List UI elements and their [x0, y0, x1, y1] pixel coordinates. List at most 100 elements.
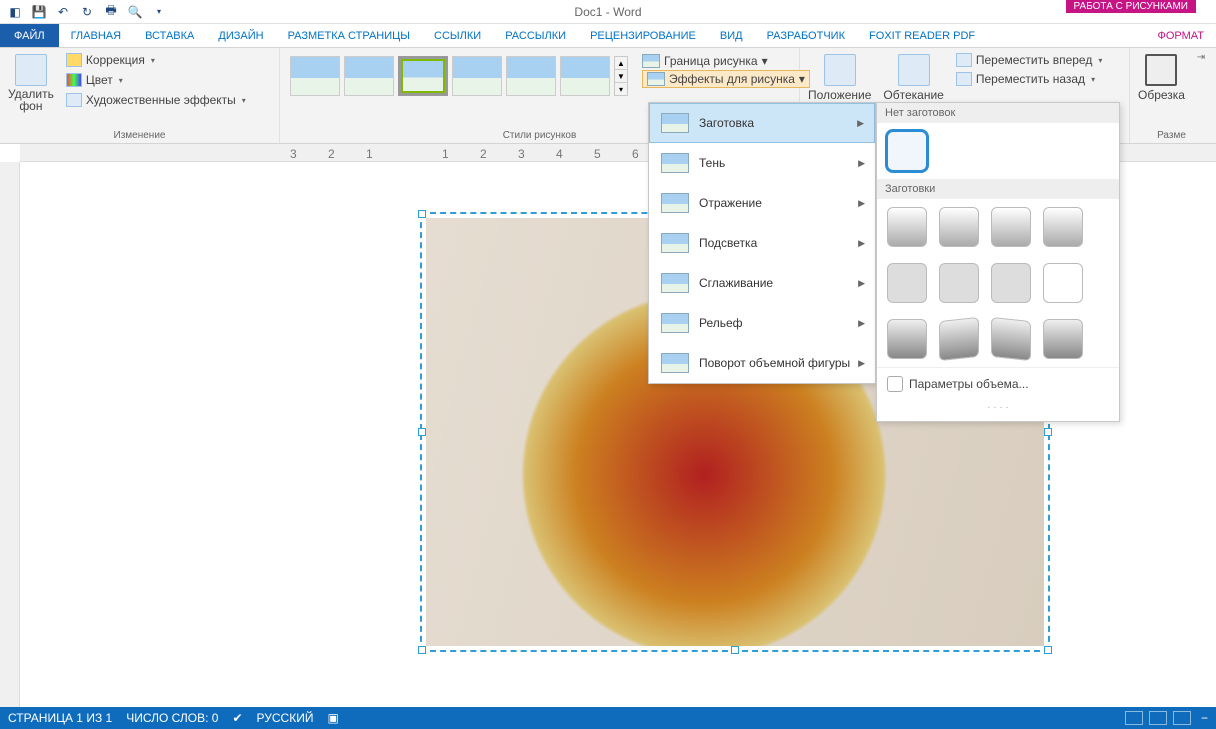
tab-foxit[interactable]: FOXIT READER PDF	[857, 24, 987, 47]
artistic-label: Художественные эффекты	[86, 93, 236, 107]
preset-none[interactable]	[887, 131, 927, 171]
ruler-tick: 3	[518, 147, 525, 161]
view-web-icon[interactable]	[1173, 711, 1191, 725]
preset-2[interactable]	[939, 207, 979, 247]
forward-icon	[956, 53, 972, 67]
word-icon[interactable]: ◧	[6, 3, 24, 21]
softedge-thumb-icon	[661, 273, 689, 293]
page-indicator[interactable]: СТРАНИЦА 1 ИЗ 1	[8, 711, 112, 725]
picture-style-3[interactable]	[398, 56, 448, 96]
tab-format[interactable]: ФОРМАТ	[1146, 24, 1216, 47]
save-icon[interactable]: 💾	[30, 3, 48, 21]
preset-5[interactable]	[887, 263, 927, 303]
fx-item-reflection[interactable]: Отражение▶	[649, 183, 875, 223]
gallery-down-icon[interactable]: ▼	[615, 70, 627, 83]
preset-4[interactable]	[1043, 207, 1083, 247]
resize-handle-br[interactable]	[1044, 646, 1052, 654]
size-arrow-icon[interactable]: ⇥	[1197, 52, 1205, 63]
tab-insert[interactable]: ВСТАВКА	[133, 24, 206, 47]
picture-effects-menu: Заготовка▶ Тень▶ Отражение▶ Подсветка▶ С…	[648, 102, 876, 384]
corrections-button[interactable]: Коррекция▾	[64, 52, 248, 68]
preset-options-link[interactable]: Параметры объема...	[877, 367, 1119, 400]
preset-9[interactable]	[887, 319, 927, 359]
preset-10[interactable]	[939, 317, 979, 361]
tab-references[interactable]: ССЫЛКИ	[422, 24, 493, 47]
resize-handle-l[interactable]	[418, 428, 426, 436]
picture-style-5[interactable]	[506, 56, 556, 96]
picture-style-6[interactable]	[560, 56, 610, 96]
resize-handle-bl[interactable]	[418, 646, 426, 654]
preset-12[interactable]	[1043, 319, 1083, 359]
redo-icon[interactable]: ↻	[78, 3, 96, 21]
tab-mailings[interactable]: РАССЫЛКИ	[493, 24, 578, 47]
fx-item-bevel[interactable]: Рельеф▶	[649, 303, 875, 343]
fx-item-3drotation[interactable]: Поворот объемной фигуры▶	[649, 343, 875, 383]
resize-handle-tl[interactable]	[418, 210, 426, 218]
picture-border-button[interactable]: Граница рисунка▾	[642, 54, 810, 68]
fx-item-softedge[interactable]: Сглаживание▶	[649, 263, 875, 303]
position-icon	[824, 54, 856, 86]
bring-forward-button[interactable]: Переместить вперед▾	[954, 52, 1105, 68]
picture-style-4[interactable]	[452, 56, 502, 96]
crop-label: Обрезка	[1138, 88, 1185, 102]
fx-softedge-label: Сглаживание	[699, 276, 773, 290]
color-button[interactable]: Цвет▾	[64, 72, 248, 88]
vertical-ruler[interactable]	[0, 162, 20, 714]
remove-background-button[interactable]: Удалить фон	[6, 52, 56, 114]
preset-3[interactable]	[991, 207, 1031, 247]
resize-handle-r[interactable]	[1044, 428, 1052, 436]
reflection-thumb-icon	[661, 193, 689, 213]
macro-icon[interactable]: ▣	[327, 711, 338, 725]
picture-effects-button[interactable]: Эффекты для рисунка▾	[642, 70, 810, 88]
word-count[interactable]: ЧИСЛО СЛОВ: 0	[126, 711, 218, 725]
preset-6[interactable]	[939, 263, 979, 303]
group-size-title: Разме	[1136, 130, 1207, 141]
fx-item-shadow[interactable]: Тень▶	[649, 143, 875, 183]
view-print-icon[interactable]	[1149, 711, 1167, 725]
gallery-up-icon[interactable]: ▲	[615, 57, 627, 70]
tab-view[interactable]: ВИД	[708, 24, 755, 47]
fx-glow-label: Подсветка	[699, 236, 757, 250]
qat-more-icon[interactable]: ▾	[150, 3, 168, 21]
color-icon	[66, 73, 82, 87]
tab-developer[interactable]: РАЗРАБОТЧИК	[755, 24, 857, 47]
corrections-label: Коррекция	[86, 53, 145, 67]
tab-file[interactable]: ФАЙЛ	[0, 24, 59, 47]
gallery-more-icon[interactable]: ▾	[615, 83, 627, 95]
ruler-tick: 5	[594, 147, 601, 161]
panel-grip-icon[interactable]: · · · ·	[877, 400, 1119, 415]
send-backward-button[interactable]: Переместить назад▾	[954, 71, 1105, 87]
crop-button[interactable]: Обрезка	[1136, 52, 1187, 104]
picture-style-1[interactable]	[290, 56, 340, 96]
fx-item-preset[interactable]: Заготовка▶	[649, 103, 875, 143]
print-icon[interactable]: 🖶	[102, 3, 120, 21]
picture-style-2[interactable]	[344, 56, 394, 96]
tab-design[interactable]: ДИЗАЙН	[206, 24, 275, 47]
preset-1[interactable]	[887, 207, 927, 247]
view-read-icon[interactable]	[1125, 711, 1143, 725]
spelling-icon[interactable]: ✔	[232, 711, 242, 725]
tab-review[interactable]: РЕЦЕНЗИРОВАНИЕ	[578, 24, 708, 47]
preset-7[interactable]	[991, 263, 1031, 303]
picture-style-gallery: ▲ ▼ ▾	[286, 52, 632, 100]
zoom-out-icon[interactable]: −	[1201, 711, 1208, 725]
language-indicator[interactable]: РУССКИЙ	[257, 711, 314, 725]
undo-icon[interactable]: ↶	[54, 3, 72, 21]
tab-home[interactable]: ГЛАВНАЯ	[59, 24, 133, 47]
border-label: Граница рисунка	[664, 54, 758, 68]
remove-bg-icon	[15, 54, 47, 86]
fx-item-glow[interactable]: Подсветка▶	[649, 223, 875, 263]
rotation-thumb-icon	[661, 353, 689, 373]
preset-11[interactable]	[991, 317, 1031, 361]
tab-page-layout[interactable]: РАЗМЕТКА СТРАНИЦЫ	[276, 24, 422, 47]
ruler-tick: 2	[328, 147, 335, 161]
position-button[interactable]: Положение	[806, 52, 873, 104]
wrap-text-button[interactable]: Обтекание	[881, 52, 945, 104]
preset-header-presets: Заготовки	[877, 179, 1119, 199]
resize-handle-b[interactable]	[731, 646, 739, 654]
preset-thumb-icon	[661, 113, 689, 133]
backward-icon	[956, 72, 972, 86]
artistic-effects-button[interactable]: Художественные эффекты▾	[64, 92, 248, 108]
zoom-icon[interactable]: 🔍	[126, 3, 144, 21]
preset-8[interactable]	[1043, 263, 1083, 303]
